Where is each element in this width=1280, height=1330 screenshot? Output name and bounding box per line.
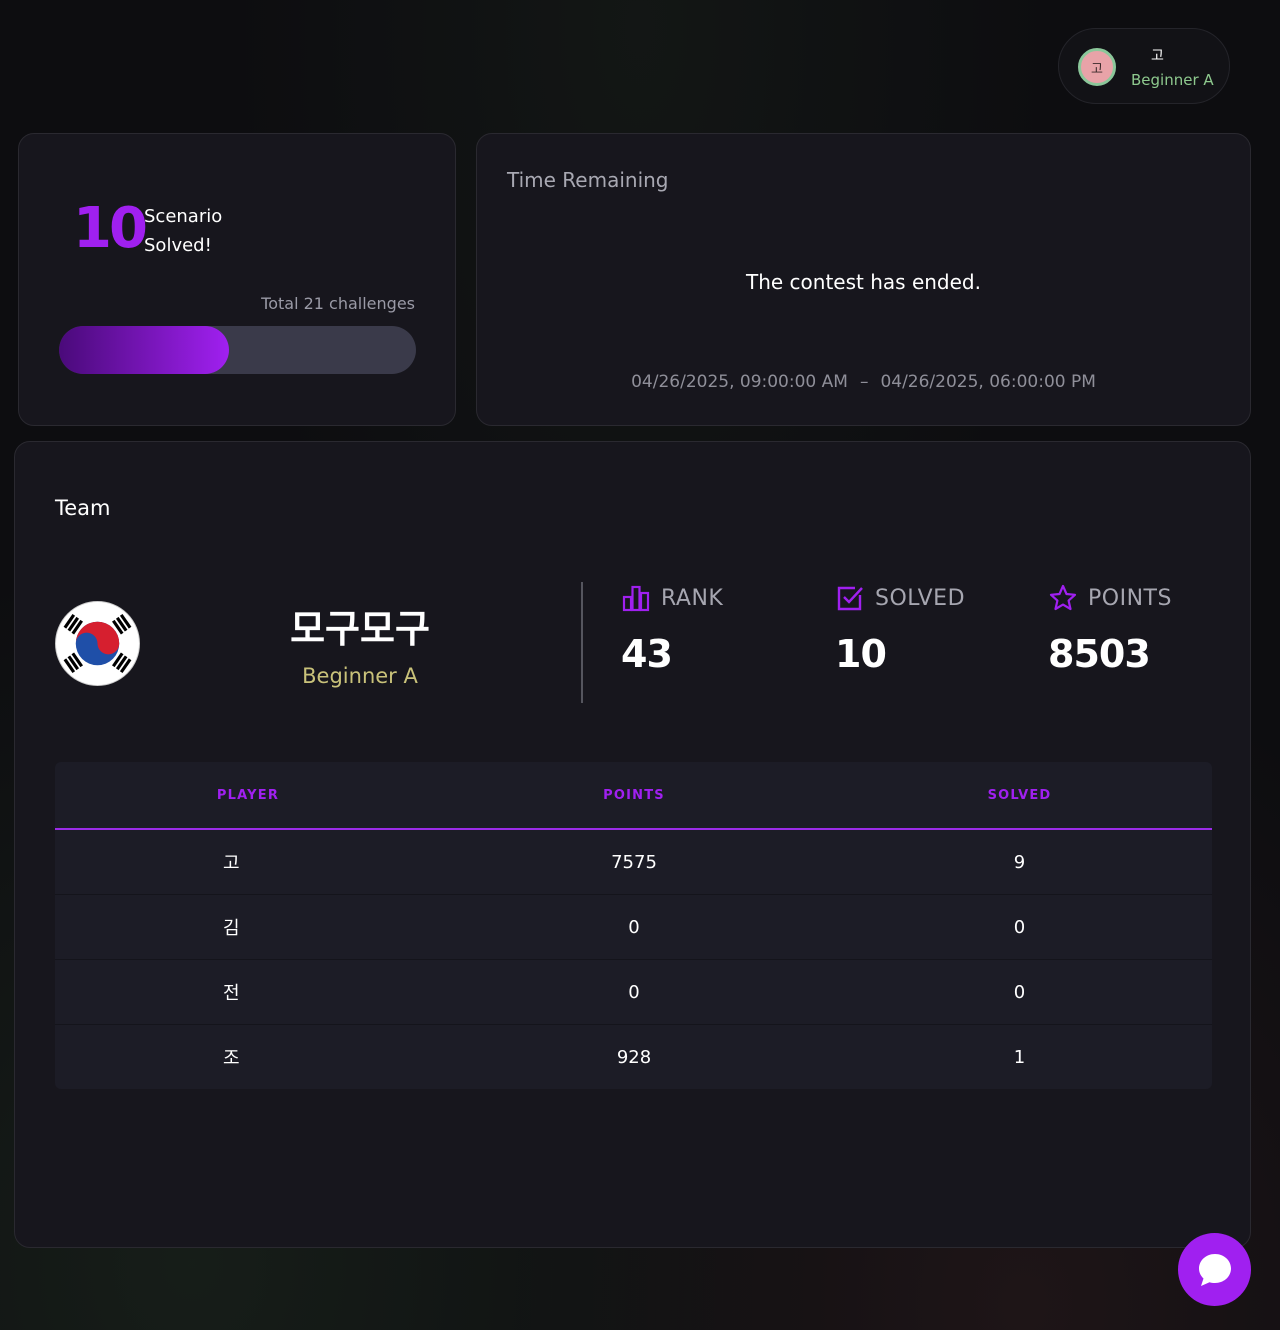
- column-header-solved[interactable]: SOLVED: [827, 788, 1212, 803]
- south-korea-flag-icon: [55, 601, 140, 686]
- player-name: 김: [223, 918, 240, 939]
- column-header-points[interactable]: POINTS: [441, 788, 827, 803]
- solved-label-line2: Solved!: [144, 235, 212, 256]
- table-header: PLAYER POINTS SOLVED: [55, 762, 1212, 830]
- user-profile-pill[interactable]: 고 고 Beginner A: [1058, 28, 1230, 104]
- solved-label: SOLVED: [875, 585, 966, 611]
- contest-end: 04/26/2025, 06:00:00 PM: [880, 372, 1096, 392]
- progress-fill: [59, 326, 229, 374]
- bar-chart-icon: [622, 585, 650, 612]
- solved-value: 10: [835, 632, 887, 676]
- table-row[interactable]: 고 7575 9: [55, 830, 1212, 895]
- time-card: Time Remaining The contest has ended. 04…: [476, 133, 1251, 426]
- player-name: 조: [223, 1048, 240, 1069]
- user-name: 고: [1151, 48, 1164, 64]
- points-label: POINTS: [1088, 585, 1172, 611]
- player-solved: 1: [1013, 1046, 1026, 1068]
- rank-label: RANK: [661, 585, 724, 611]
- contest-status: The contest has ended.: [746, 270, 981, 294]
- points-stat: POINTS 8503: [1048, 582, 1248, 676]
- contest-start: 04/26/2025, 09:00:00 AM: [631, 372, 848, 392]
- player-points: 0: [628, 981, 640, 1003]
- contest-time-range: 04/26/2025, 09:00:00 AM –04/26/2025, 06:0…: [477, 372, 1250, 392]
- player-solved: 9: [1013, 851, 1026, 873]
- solved-stat: SOLVED 10: [835, 582, 1035, 677]
- star-icon: [1049, 584, 1077, 611]
- time-title: Time Remaining: [507, 168, 669, 192]
- team-name: 모구모구: [290, 607, 430, 651]
- divider: [581, 582, 583, 703]
- players-table: PLAYER POINTS SOLVED 고 7575 9 김 0 0 전 0 …: [55, 762, 1212, 1089]
- rank-value: 43: [621, 632, 673, 676]
- scenario-card: 10 Scenario Solved! Total 21 challenges: [18, 133, 456, 426]
- total-challenges: Total 21 challenges: [261, 294, 415, 313]
- team-league: Beginner A: [302, 664, 418, 688]
- player-points: 928: [616, 1046, 652, 1068]
- column-header-player[interactable]: PLAYER: [55, 788, 441, 803]
- checkbox-icon: [837, 586, 863, 611]
- points-value: 8503: [1048, 632, 1151, 676]
- chat-button[interactable]: [1178, 1233, 1251, 1306]
- player-points: 7575: [611, 851, 657, 873]
- avatar[interactable]: 고: [1078, 48, 1116, 86]
- player-solved: 0: [1013, 916, 1026, 938]
- rank-stat: RANK 43: [621, 582, 821, 677]
- solved-count: 10: [73, 196, 148, 261]
- player-points: 0: [628, 916, 640, 938]
- table-row[interactable]: 전 0 0: [55, 960, 1212, 1025]
- section-title: Team: [55, 496, 111, 520]
- progress-bar: [59, 326, 416, 374]
- player-name: 전: [223, 983, 240, 1004]
- team-card: Team 모구모구 Beginner A RANK 43 SOLVED 10 P…: [14, 441, 1251, 1248]
- user-league: Beginner A: [1131, 71, 1214, 89]
- table-row[interactable]: 김 0 0: [55, 895, 1212, 960]
- player-solved: 0: [1013, 981, 1026, 1003]
- player-name: 고: [223, 853, 240, 874]
- solved-label-line1: Scenario: [144, 206, 223, 227]
- table-row[interactable]: 조 928 1: [55, 1025, 1212, 1089]
- chat-bubble-icon: [1198, 1253, 1231, 1286]
- range-separator: –: [859, 372, 869, 392]
